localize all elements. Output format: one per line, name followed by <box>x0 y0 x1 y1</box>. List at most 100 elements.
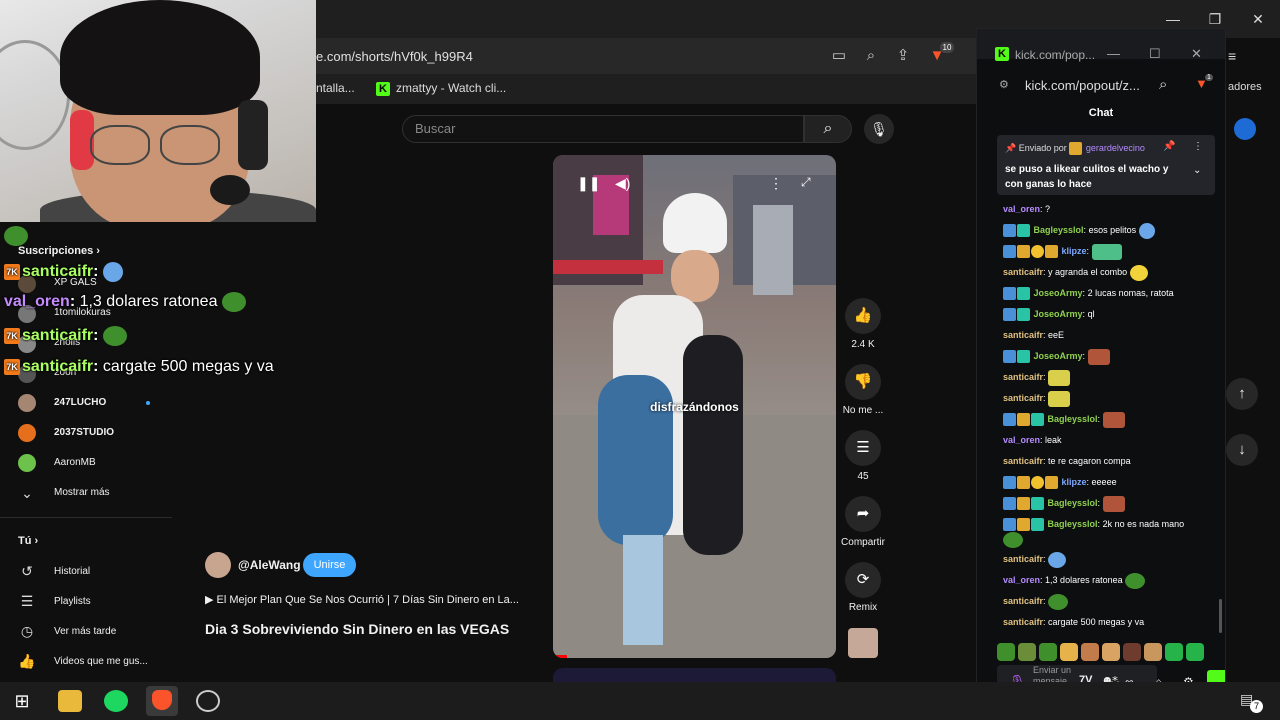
emote-icon <box>1048 390 1071 407</box>
close-icon[interactable]: ✕ <box>1247 8 1269 30</box>
person-face <box>671 250 719 302</box>
dislike-label: No me ... <box>842 405 884 416</box>
fullscreen-icon[interactable]: ⤢ <box>801 175 811 190</box>
emote-icon <box>1129 264 1148 281</box>
chat-username: val_oren <box>1003 204 1041 214</box>
share-label: Compartir <box>841 537 885 548</box>
kick-chat-window: K kick.com/pop... — ☐ ✕ ⚙ kick.com/popou… <box>976 28 1226 708</box>
brave-badge: 10 <box>940 42 954 53</box>
file-explorer-icon[interactable] <box>58 690 82 712</box>
remix-button[interactable]: ⟳ <box>845 562 881 598</box>
emote-icon[interactable] <box>1081 643 1099 661</box>
profile-avatar[interactable] <box>1234 118 1256 140</box>
you-header[interactable]: Tú › <box>18 535 38 547</box>
like-button[interactable]: 👍 <box>845 298 881 334</box>
windows-taskbar: ⊞ ▤ 7 <box>0 682 1280 720</box>
show-more-button[interactable]: Mostrar más <box>54 487 110 498</box>
channel-avatar[interactable] <box>205 552 231 578</box>
emote-icon[interactable] <box>1102 643 1120 661</box>
sound-thumbnail[interactable] <box>848 628 878 658</box>
chat-username: santicaifr <box>1003 330 1044 340</box>
sidebar-channel[interactable]: AaronMB <box>54 457 96 468</box>
pinned-message: 📌 Enviado por gerardelvecino 📌 ⋮ ⌄ se pu… <box>997 135 1215 195</box>
volume-icon[interactable]: ◀) <box>615 175 630 192</box>
join-button[interactable]: Unirse <box>303 553 356 577</box>
close-icon[interactable]: ✕ <box>1191 46 1202 62</box>
glasses-right <box>160 125 220 165</box>
brave-taskbar-button[interactable] <box>146 686 178 716</box>
share-icon[interactable]: ⇪ <box>892 45 914 67</box>
next-short-button[interactable]: ↓ <box>1226 434 1258 466</box>
restore-icon[interactable]: ❐ <box>1204 8 1226 30</box>
comments-button[interactable]: ☰ <box>845 430 881 466</box>
site-settings-icon[interactable]: ⚙ <box>999 78 1009 91</box>
playlist-link[interactable]: ▶ El Mejor Plan Que Se Nos Ocurrió | 7 D… <box>205 593 545 606</box>
spotify-icon[interactable] <box>104 690 128 712</box>
emote-icon[interactable] <box>1186 643 1204 661</box>
emote-icon <box>1048 551 1067 568</box>
emote-icon <box>1048 369 1071 386</box>
cast-icon[interactable]: ▭ <box>828 45 850 67</box>
chat-username: JoseoArmy <box>1033 309 1083 319</box>
next-short-preview[interactable] <box>553 668 836 682</box>
emote-icon[interactable] <box>1018 643 1036 661</box>
chat-text: te re cagaron compa <box>1048 456 1131 466</box>
emote-icon[interactable] <box>1165 643 1183 661</box>
emote-icon[interactable] <box>1060 643 1078 661</box>
sidebar-item-history[interactable]: Historial <box>54 566 90 577</box>
chat-username: santicaifr <box>1003 372 1044 382</box>
previous-short-button[interactable]: ↑ <box>1226 378 1258 410</box>
right-edge-panel: adores ↑ ↓ ≡ <box>1226 38 1280 682</box>
emote-icon[interactable] <box>1039 643 1057 661</box>
pin-icon[interactable]: 📌 <box>1163 141 1175 152</box>
dislike-button[interactable]: 👎 <box>845 364 881 400</box>
sidebar-item-playlists[interactable]: Playlists <box>54 596 91 607</box>
kick-url[interactable]: kick.com/popout/z... <box>1025 78 1140 93</box>
search-button[interactable]: ⌕ <box>804 115 852 143</box>
remix-icon: ⟳ <box>856 571 870 588</box>
pinned-prefix: Enviado por <box>1018 142 1067 153</box>
sidebar-channel[interactable]: 2037STUDIO <box>54 427 114 438</box>
channel-name[interactable]: @AleWang <box>238 558 301 572</box>
chat-scrollbar[interactable] <box>1219 599 1222 633</box>
more-options-icon[interactable]: ⋮ <box>1193 141 1203 152</box>
emote-icon <box>1125 572 1146 589</box>
kick-address-bar[interactable]: ⚙ kick.com/popout/z... ⌕ ▼ 1 <box>977 71 1225 101</box>
bookmark-item[interactable]: ntalla... <box>316 81 355 95</box>
windows-start-icon[interactable]: ⊞ <box>10 690 34 712</box>
minimize-icon[interactable]: — <box>1107 46 1120 61</box>
maximize-icon[interactable]: ☐ <box>1149 46 1161 62</box>
bookmark-item-kick[interactable]: Kzmattyy - Watch cli... <box>376 81 506 96</box>
obs-icon[interactable] <box>196 690 220 712</box>
chat-message: val_oren: ? <box>1003 204 1051 214</box>
minimize-icon[interactable]: — <box>1162 8 1184 30</box>
search-input[interactable]: Buscar <box>402 115 804 143</box>
sidebar-item-liked[interactable]: Videos que me gus... <box>54 656 148 667</box>
badge-icon: 7K <box>4 328 20 344</box>
menu-icon[interactable]: ≡ <box>1228 48 1236 64</box>
emote-icon <box>1048 593 1069 610</box>
more-options-icon[interactable]: ⋮ <box>769 175 783 192</box>
chat-message: santicaifr: <box>1003 592 1069 610</box>
arrow-up-icon: ↑ <box>1238 385 1246 402</box>
emote-icon[interactable] <box>1144 643 1162 661</box>
kick-window-titlebar: K kick.com/pop... — ☐ ✕ <box>977 29 1225 62</box>
sidebar-item-watch-later[interactable]: Ver más tarde <box>54 626 116 637</box>
subscriptions-header[interactable]: Suscripciones › <box>18 245 100 257</box>
chat-username: Bagleysslol <box>1033 225 1084 235</box>
zoom-icon[interactable]: ⌕ <box>1159 76 1167 93</box>
sidebar-channel[interactable]: 247LUCHO <box>54 397 106 408</box>
url-text[interactable]: e.com/shorts/hVf0k_h99R4 <box>316 46 736 68</box>
zoom-icon[interactable]: ⌕ <box>860 45 882 67</box>
share-button[interactable]: ➦ <box>845 496 881 532</box>
voice-search-button[interactable]: 🎙 <box>864 114 894 144</box>
comment-icon: ☰ <box>856 439 870 456</box>
overlay-chat-line: 7K santicaifr: <box>4 326 127 346</box>
chat-header: Chat <box>1088 107 1114 119</box>
emote-icon[interactable] <box>997 643 1015 661</box>
chevron-down-icon[interactable]: ⌄ <box>1193 165 1201 176</box>
microphone-icon: 🎙 <box>870 121 888 137</box>
emote-icon[interactable] <box>1123 643 1141 661</box>
like-count: 2.4 K <box>851 339 875 350</box>
pause-icon[interactable]: ❚❚ <box>577 175 600 192</box>
